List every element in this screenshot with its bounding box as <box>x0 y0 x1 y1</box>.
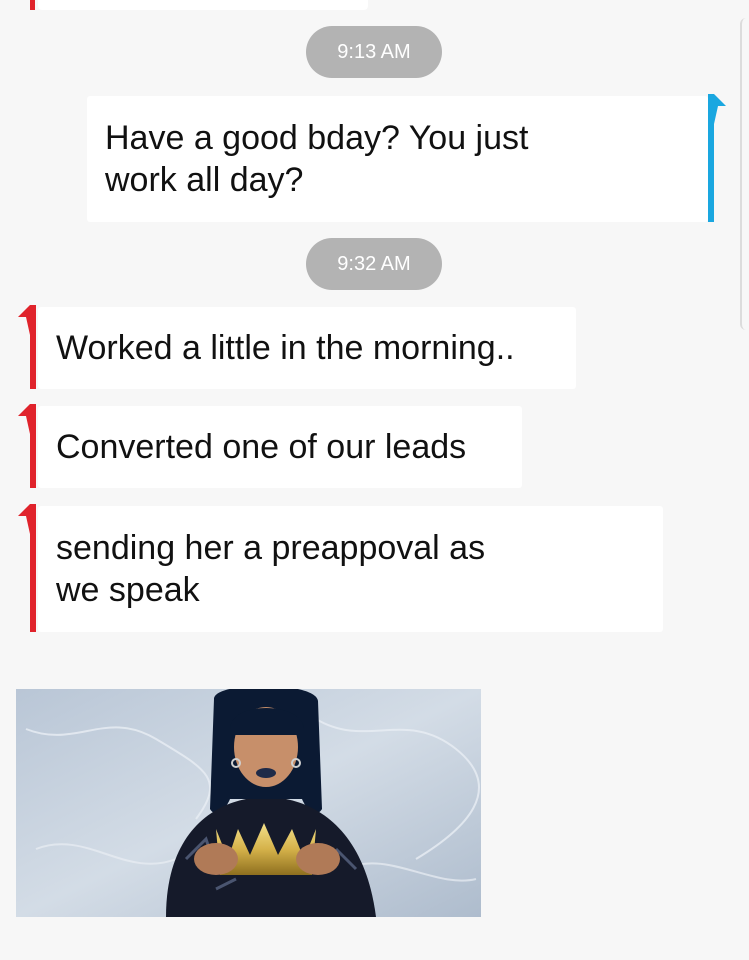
received-message-bubble[interactable]: Converted one of our leads <box>38 406 522 488</box>
timestamp-pill: 9:13 AM <box>306 26 442 78</box>
message-line: sending her a preappoval as <box>56 529 486 567</box>
message-text: Have a good bday? You just work all day? <box>105 117 528 201</box>
message-line: work all day? <box>105 161 304 199</box>
message-line: Have a good bday? You just <box>105 119 529 157</box>
previous-message-accent-bar <box>30 0 35 10</box>
sent-tail-icon <box>708 94 726 124</box>
gif-attachment[interactable] <box>16 689 481 917</box>
scrollbar[interactable] <box>740 18 746 330</box>
timestamp-pill: 9:32 AM <box>306 238 442 290</box>
message-text: sending her a preappoval as we speak <box>56 527 485 611</box>
received-tail-icon <box>18 305 36 335</box>
received-tail-icon <box>18 404 36 434</box>
sent-message-bubble[interactable]: Have a good bday? You just work all day? <box>87 96 708 222</box>
message-line: we speak <box>56 571 200 609</box>
message-text: Worked a little in the morning.. <box>56 329 515 367</box>
previous-message-bubble[interactable] <box>38 0 368 10</box>
message-text: Converted one of our leads <box>56 428 467 466</box>
timestamp-text: 9:13 AM <box>337 40 411 63</box>
gif-image <box>16 689 481 917</box>
received-message-bubble[interactable]: sending her a preappoval as we speak <box>38 506 663 632</box>
received-message-bubble[interactable]: Worked a little in the morning.. <box>38 307 576 389</box>
received-tail-icon <box>18 504 36 534</box>
timestamp-text: 9:32 AM <box>337 252 411 275</box>
